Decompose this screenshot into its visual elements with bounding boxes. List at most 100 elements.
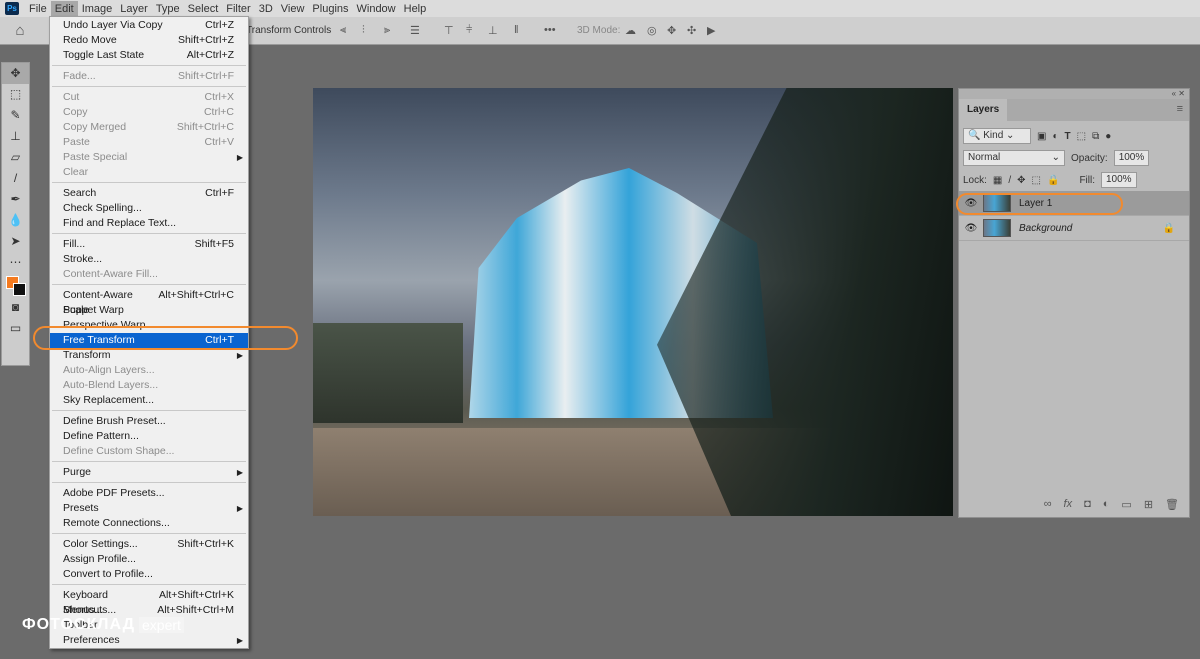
- lock-position-icon[interactable]: ✥: [1017, 175, 1025, 186]
- menu-item-fade[interactable]: Fade... Shift+Ctrl+F: [50, 69, 248, 84]
- menu-item-redo-move[interactable]: Redo Move Shift+Ctrl+Z: [50, 33, 248, 48]
- align-top-icon[interactable]: ⊤: [444, 24, 454, 37]
- distribute-vertical-icon[interactable]: ‖: [514, 24, 519, 36]
- menu-item-stroke[interactable]: Stroke...: [50, 252, 248, 267]
- 3d-orbit-icon[interactable]: ☁: [625, 24, 636, 37]
- transform-controls-label[interactable]: Transform Controls: [246, 25, 331, 36]
- home-icon[interactable]: ⌂: [0, 22, 40, 39]
- filter-pixel-icon[interactable]: ▣: [1037, 131, 1046, 142]
- menu-item-check-spelling[interactable]: Check Spelling...: [50, 201, 248, 216]
- link-layers-icon[interactable]: ∞: [1044, 498, 1052, 511]
- align-bottom-icon[interactable]: ⊥: [488, 24, 498, 37]
- 3d-camera-icon[interactable]: ▶: [707, 24, 715, 37]
- visibility-eye-icon[interactable]: 👁: [959, 223, 983, 234]
- move-tool-icon[interactable]: ✥: [2, 63, 29, 84]
- menu-filter[interactable]: Filter: [222, 1, 254, 17]
- menu-item-adobe-pdf-presets[interactable]: Adobe PDF Presets...: [50, 486, 248, 501]
- menu-item-toggle-last-state[interactable]: Toggle Last State Alt+Ctrl+Z: [50, 48, 248, 63]
- align-right-icon[interactable]: ⫸: [384, 24, 390, 37]
- align-center-icon[interactable]: ⫶: [362, 24, 365, 37]
- menu-file[interactable]: File: [25, 1, 51, 17]
- menu-item-cut[interactable]: Cut Ctrl+X: [50, 90, 248, 105]
- new-layer-icon[interactable]: ⊞: [1144, 498, 1153, 511]
- lock-pixels-icon[interactable]: /: [1008, 175, 1011, 186]
- distribute-icon[interactable]: ☰: [410, 24, 420, 37]
- menu-item-keyboard-shortcuts[interactable]: Keyboard Shortcuts... Alt+Shift+Ctrl+K: [50, 588, 248, 616]
- quick-mask-icon[interactable]: ◙: [2, 297, 29, 318]
- menu-item-paste-special[interactable]: Paste Special ▶: [50, 150, 248, 165]
- menu-item-puppet-warp[interactable]: Puppet Warp: [50, 303, 248, 318]
- more-options-button[interactable]: •••: [544, 24, 556, 36]
- panel-menu-icon[interactable]: ≡: [1177, 103, 1183, 115]
- menu-item-presets[interactable]: Presets ▶: [50, 501, 248, 516]
- menu-item-auto-align-layers[interactable]: Auto-Align Layers...: [50, 363, 248, 378]
- menu-item-purge[interactable]: Purge ▶: [50, 465, 248, 480]
- menu-view[interactable]: View: [277, 1, 309, 17]
- filter-adjustment-icon[interactable]: ◐: [1052, 131, 1058, 142]
- menu-item-sky-replacement[interactable]: Sky Replacement...: [50, 393, 248, 408]
- delete-layer-icon[interactable]: 🗑: [1165, 498, 1179, 511]
- filter-shape-icon[interactable]: ⬚: [1077, 131, 1086, 142]
- filter-toggle-icon[interactable]: ●: [1105, 131, 1111, 142]
- opacity-input[interactable]: 100%: [1113, 150, 1150, 166]
- stamp-tool-icon[interactable]: ⊥: [2, 126, 29, 147]
- layer-row[interactable]: 👁 Background 🔒: [959, 216, 1189, 241]
- menu-item-fill[interactable]: Fill... Shift+F5: [50, 237, 248, 252]
- lock-artboard-icon[interactable]: ⬚: [1032, 175, 1041, 186]
- menu-item-content-aware-scale[interactable]: Content-Aware Scale Alt+Shift+Ctrl+C: [50, 288, 248, 316]
- adjustment-layer-icon[interactable]: ◐: [1103, 498, 1110, 511]
- filter-smart-object-icon[interactable]: ⧉: [1092, 131, 1099, 142]
- menu-item-preferences[interactable]: Preferences ▶: [50, 633, 248, 648]
- menu-item-copy[interactable]: Copy Ctrl+C: [50, 105, 248, 120]
- blend-mode-select[interactable]: Normal ⌄: [963, 150, 1065, 166]
- lock-transparent-icon[interactable]: ▦: [993, 175, 1002, 186]
- document-canvas-image[interactable]: [313, 88, 953, 516]
- menu-item-paste[interactable]: Paste Ctrl+V: [50, 135, 248, 150]
- menu-item-remote-connections[interactable]: Remote Connections...: [50, 516, 248, 531]
- color-swatches[interactable]: [2, 273, 29, 297]
- filter-type-icon[interactable]: T: [1065, 131, 1071, 142]
- menu-item-define-pattern[interactable]: Define Pattern...: [50, 429, 248, 444]
- menu-item-auto-blend-layers[interactable]: Auto-Blend Layers...: [50, 378, 248, 393]
- menu-item-copy-merged[interactable]: Copy Merged Shift+Ctrl+C: [50, 120, 248, 135]
- path-selection-tool-icon[interactable]: ➤: [2, 231, 29, 252]
- screen-mode-icon[interactable]: ▭: [2, 318, 29, 339]
- add-mask-icon[interactable]: ◘: [1084, 498, 1091, 511]
- panel-collapse-close-icon[interactable]: « ✕: [959, 89, 1189, 99]
- menu-layer[interactable]: Layer: [116, 1, 152, 17]
- menu-item-assign-profile[interactable]: Assign Profile...: [50, 552, 248, 567]
- menu-item-transform[interactable]: Transform ▶: [50, 348, 248, 363]
- 3d-pan-icon[interactable]: ✥: [667, 24, 676, 37]
- menu-edit[interactable]: Edit: [50, 0, 78, 17]
- filter-kind-select[interactable]: 🔍 Kind ⌄: [963, 128, 1031, 144]
- new-group-icon[interactable]: ▭: [1121, 498, 1131, 511]
- menu-item-undo-layer-via-copy[interactable]: Undo Layer Via Copy Ctrl+Z: [50, 18, 248, 33]
- menu-item-define-custom-shape[interactable]: Define Custom Shape...: [50, 444, 248, 459]
- menu-window[interactable]: Window: [353, 1, 400, 17]
- 3d-roll-icon[interactable]: ◎: [647, 24, 657, 37]
- menu-type[interactable]: Type: [152, 1, 184, 17]
- menu-item-clear[interactable]: Clear: [50, 165, 248, 180]
- menu-plugins[interactable]: Plugins: [308, 1, 352, 17]
- marquee-tool-icon[interactable]: ⬚: [2, 84, 29, 105]
- menu-select[interactable]: Select: [184, 1, 223, 17]
- pen-tool-icon[interactable]: ✒: [2, 189, 29, 210]
- menu-item-search[interactable]: Search Ctrl+F: [50, 186, 248, 201]
- background-color[interactable]: [13, 283, 26, 296]
- menu-item-find-and-replace-text[interactable]: Find and Replace Text...: [50, 216, 248, 231]
- menu-image[interactable]: Image: [78, 1, 117, 17]
- menu-item-color-settings[interactable]: Color Settings... Shift+Ctrl+K: [50, 537, 248, 552]
- menu-3d[interactable]: 3D: [255, 1, 277, 17]
- layer-style-fx-icon[interactable]: fx: [1064, 498, 1073, 511]
- fill-input[interactable]: 100%: [1101, 172, 1137, 188]
- menu-item-define-brush-preset[interactable]: Define Brush Preset...: [50, 414, 248, 429]
- menu-item-convert-to-profile[interactable]: Convert to Profile...: [50, 567, 248, 582]
- menu-help[interactable]: Help: [400, 1, 431, 17]
- blur-tool-icon[interactable]: 💧: [2, 210, 29, 231]
- align-left-icon[interactable]: ⫷: [340, 24, 346, 37]
- 3d-slide-icon[interactable]: ✣: [687, 24, 696, 37]
- menu-item-content-aware-fill[interactable]: Content-Aware Fill...: [50, 267, 248, 282]
- eraser-tool-icon[interactable]: ▱: [2, 147, 29, 168]
- align-middle-icon[interactable]: ⫩: [466, 24, 472, 37]
- tab-layers[interactable]: Layers: [959, 99, 1008, 121]
